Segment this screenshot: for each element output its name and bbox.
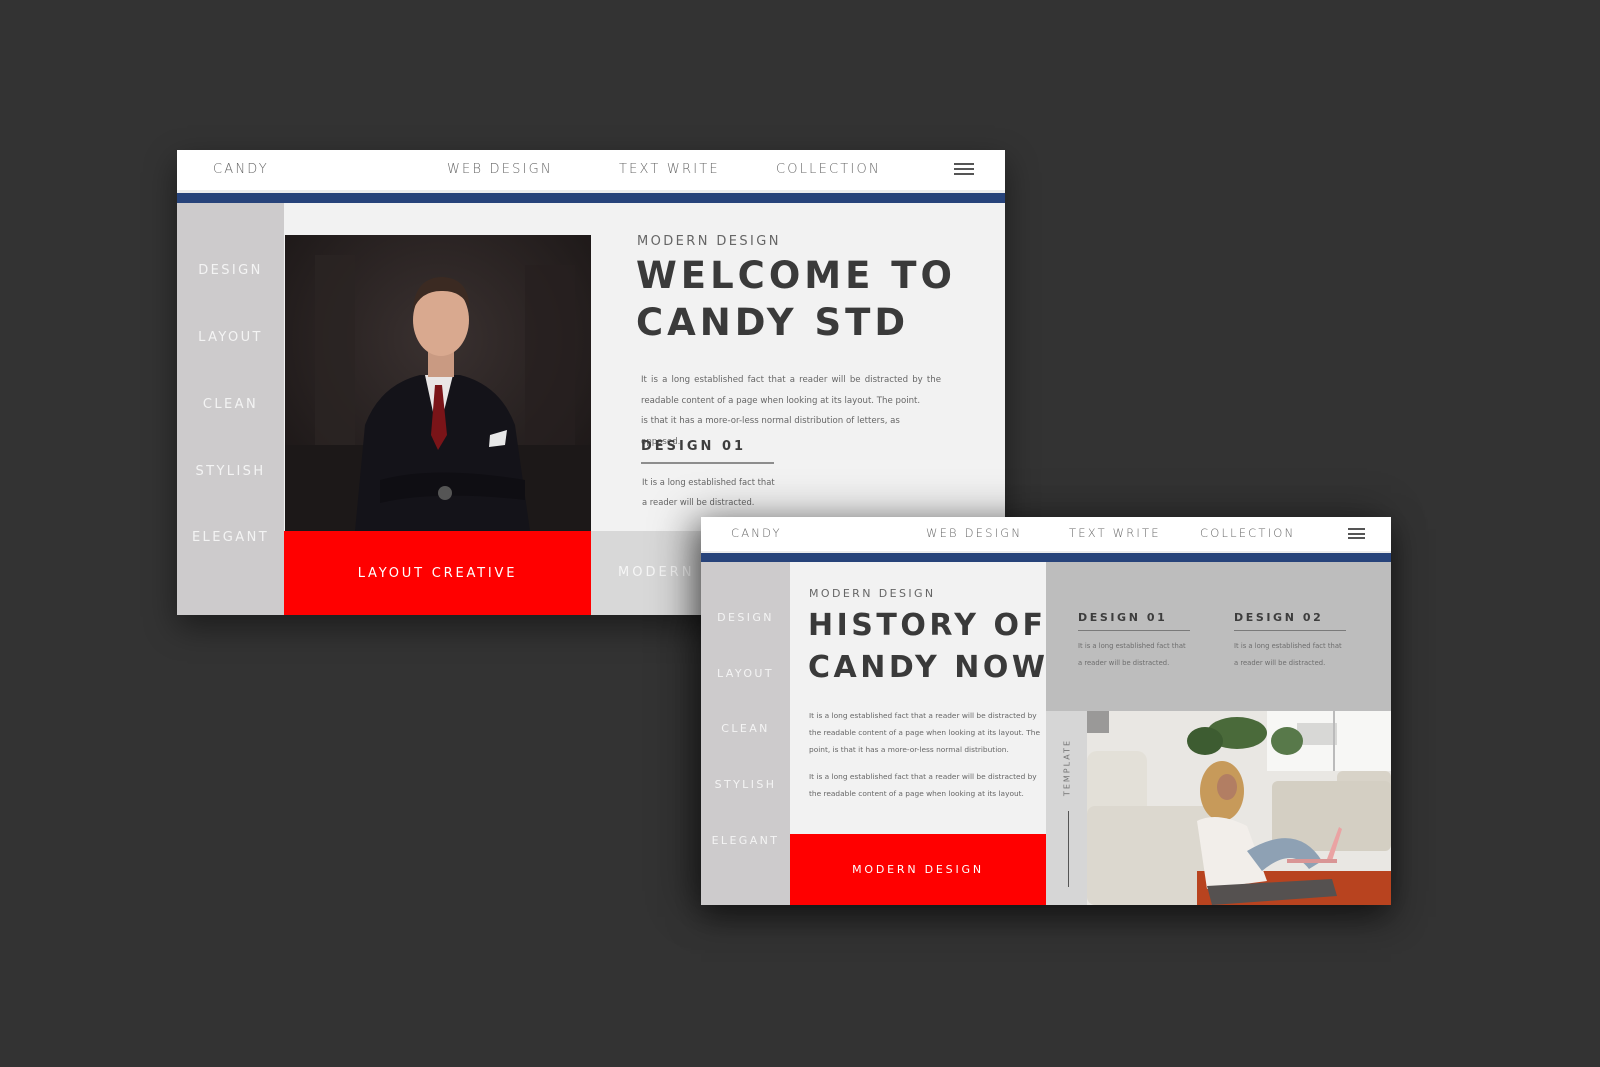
layout-creative-button[interactable]: LAYOUT CREATIVE: [284, 531, 591, 615]
sidebar: DESIGN LAYOUT CLEAN STYLISH ELEGANT: [177, 203, 284, 615]
sidebar-item-clean[interactable]: CLEAN: [701, 722, 790, 735]
hero-paragraph-line: It is a long established fact that a rea…: [641, 375, 941, 385]
content-paragraph-line: It is a long established fact that a rea…: [809, 711, 1037, 720]
hamburger-icon[interactable]: [954, 163, 974, 175]
content-eyebrow: MODERN DESIGN: [809, 587, 936, 600]
content-paragraph-line: the readable content of a page when look…: [809, 728, 1040, 737]
content-headline-line1: HISTORY OF: [808, 608, 1047, 643]
design-01-text-line: a reader will be distracted.: [642, 497, 755, 507]
mockup-history-page: CANDY WEB DESIGN TEXT WRITE COLLECTION D…: [701, 517, 1391, 905]
content-headline: HISTORY OF CANDY NOW: [808, 605, 1048, 689]
hero-headline: WELCOME TO CANDY STD: [636, 252, 956, 347]
sidebar-item-stylish[interactable]: STYLISH: [701, 778, 790, 791]
content-paragraph-2: It is a long established fact that a rea…: [809, 768, 1037, 802]
accent-bar: [177, 193, 1005, 203]
nav-link-text-write[interactable]: TEXT WRITE: [1069, 526, 1161, 540]
woman-with-laptop-photo: [1087, 711, 1391, 905]
nav-link-text-write[interactable]: TEXT WRITE: [619, 162, 720, 177]
design-01-rule: [1078, 630, 1190, 631]
design-01-rule: [641, 462, 774, 464]
design-01-title: DESIGN 01: [1078, 611, 1168, 624]
nav-link-web-design[interactable]: WEB DESIGN: [447, 162, 553, 177]
content-paragraph-line: point, is that it has a more-or-less nor…: [809, 745, 1009, 754]
hamburger-icon[interactable]: [1348, 528, 1365, 539]
modern-design-button[interactable]: MODERN DESIGN: [790, 834, 1046, 905]
hero-eyebrow: MODERN DESIGN: [637, 234, 781, 249]
hero-headline-line1: WELCOME TO: [636, 254, 956, 297]
sidebar-item-elegant[interactable]: ELEGANT: [701, 834, 790, 847]
hero-paragraph-line: readable content of a page when looking …: [641, 395, 921, 406]
vertical-label-strip: TEMPLATE: [1046, 711, 1087, 905]
brand-logo[interactable]: CANDY: [731, 526, 782, 540]
design-02-rule: [1234, 630, 1346, 631]
sidebar: DESIGN LAYOUT CLEAN STYLISH ELEGANT: [701, 562, 790, 905]
sidebar-item-clean[interactable]: CLEAN: [177, 397, 284, 412]
man-in-suit-illustration: [285, 235, 591, 531]
vertical-divider: [1068, 811, 1069, 887]
design-panel: DESIGN 01 It is a long established fact …: [1046, 562, 1391, 711]
woman-with-laptop-illustration: [1087, 711, 1391, 905]
design-02-text-line: It is a long established fact that: [1234, 642, 1342, 650]
design-01-text-line: a reader will be distracted.: [1078, 659, 1170, 667]
sidebar-item-design[interactable]: DESIGN: [701, 611, 790, 624]
design-01-text-line: It is a long established fact that: [1078, 642, 1186, 650]
design-02-text: It is a long established fact that a rea…: [1234, 638, 1342, 672]
sidebar-item-design[interactable]: DESIGN: [177, 263, 284, 278]
design-02-title: DESIGN 02: [1234, 611, 1324, 624]
content-paragraph-line: the readable content of a page when look…: [809, 789, 1024, 798]
content-headline-line2: CANDY NOW: [808, 650, 1049, 685]
design-02-text-line: a reader will be distracted.: [1234, 659, 1326, 667]
content-paragraph-line: It is a long established fact that a rea…: [809, 772, 1037, 781]
nav-link-collection[interactable]: COLLECTION: [1200, 526, 1295, 540]
design-01-title: DESIGN 01: [641, 439, 747, 454]
brand-logo[interactable]: CANDY: [213, 162, 269, 177]
man-in-suit-photo: [285, 235, 591, 531]
top-navigation: CANDY WEB DESIGN TEXT WRITE COLLECTION: [177, 150, 1005, 190]
template-vertical-label: TEMPLATE: [1062, 738, 1072, 797]
hero-headline-line2: CANDY STD: [636, 301, 910, 345]
design-01-text: It is a long established fact that a rea…: [1078, 638, 1186, 672]
design-01-text-line: It is a long established fact that: [642, 477, 775, 487]
design-01-text: It is a long established fact that a rea…: [642, 472, 775, 512]
nav-link-web-design[interactable]: WEB DESIGN: [926, 526, 1022, 540]
nav-link-collection[interactable]: COLLECTION: [776, 162, 881, 177]
sidebar-item-layout[interactable]: LAYOUT: [177, 330, 284, 345]
accent-bar: [701, 553, 1391, 562]
sidebar-item-layout[interactable]: LAYOUT: [701, 667, 790, 680]
sidebar-item-stylish[interactable]: STYLISH: [177, 464, 284, 479]
sidebar-item-elegant[interactable]: ELEGANT: [177, 530, 284, 545]
top-navigation: CANDY WEB DESIGN TEXT WRITE COLLECTION: [701, 517, 1391, 551]
content-paragraph-1: It is a long established fact that a rea…: [809, 707, 1040, 758]
